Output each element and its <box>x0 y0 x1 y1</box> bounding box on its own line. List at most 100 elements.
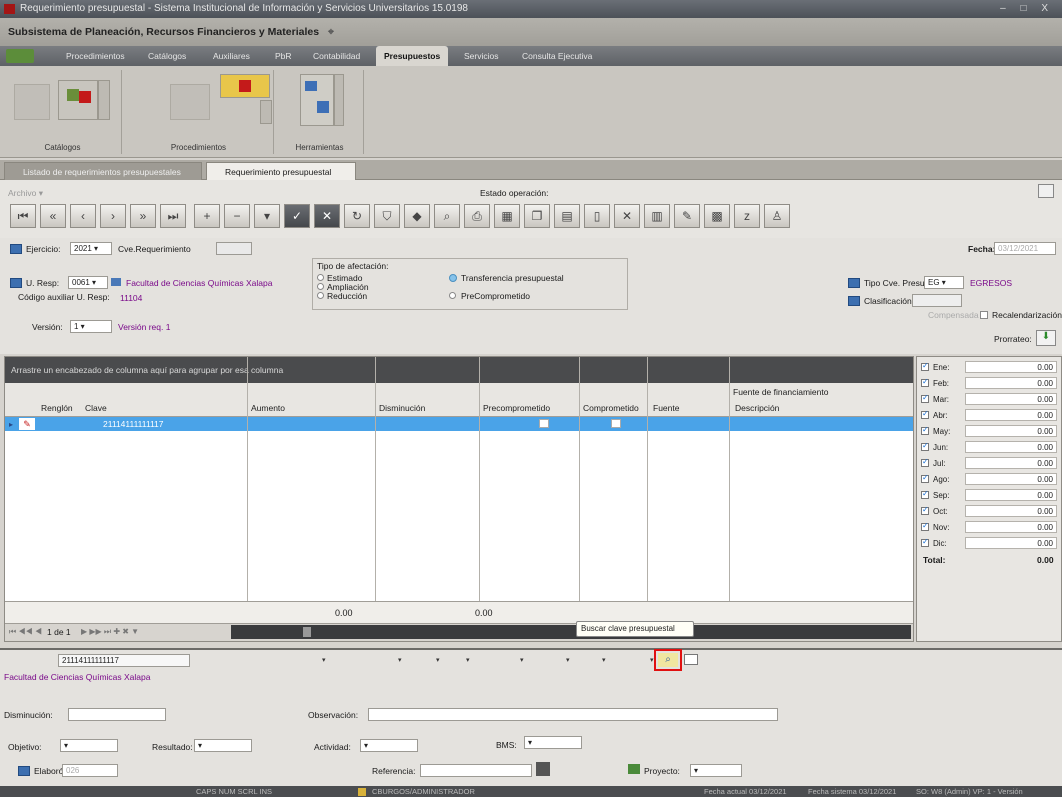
col-precomprometido[interactable]: Precomprometido <box>483 403 550 413</box>
resultado-select[interactable]: ▾ <box>194 739 252 752</box>
comprometido-checkbox[interactable] <box>611 419 621 428</box>
segment-dropdown[interactable]: ▾ <box>398 656 402 664</box>
tab-requerimiento[interactable]: Requerimiento presupuestal x <box>206 162 356 196</box>
cve-requerimiento-input[interactable] <box>216 242 252 255</box>
objetivo-select[interactable]: ▾ <box>60 739 118 752</box>
grid-icon[interactable]: ▩ <box>704 204 730 228</box>
radio-transferencia[interactable]: Transferencia presupuestal <box>461 273 564 283</box>
layout-icon[interactable] <box>1038 184 1054 198</box>
segment-dropdown[interactable]: ▾ <box>436 656 440 664</box>
col-aumento[interactable]: Aumento <box>251 403 285 413</box>
horizontal-scrollbar[interactable] <box>231 625 911 639</box>
col-comprometido[interactable]: Comprometido <box>583 403 639 413</box>
report-icon[interactable]: ▥ <box>644 204 670 228</box>
ribbon-dropdown[interactable] <box>98 80 110 120</box>
month-row[interactable]: Ene: 0.00 <box>921 361 1061 375</box>
month-row[interactable]: Dic: 0.00 <box>921 537 1061 551</box>
menu-presupuestos[interactable]: Presupuestos <box>376 46 449 66</box>
month-checkbox[interactable] <box>921 473 929 483</box>
month-row[interactable]: Abr: 0.00 <box>921 409 1061 423</box>
nav-first-icons[interactable]: ⏮ ◀◀ ◀ <box>9 627 42 637</box>
menu-consulta-ejecutiva[interactable]: Consulta Ejecutiva <box>522 46 592 66</box>
window-controls[interactable]: – □ X <box>1000 0 1054 18</box>
delete-icon[interactable]: ✕ <box>614 204 640 228</box>
month-row[interactable]: Mar: 0.00 <box>921 393 1061 407</box>
month-row[interactable]: Feb: 0.00 <box>921 377 1061 391</box>
col-fuente[interactable]: Fuente <box>653 403 679 413</box>
observacion-input[interactable] <box>368 708 778 721</box>
pin-icon[interactable]: ⌖ <box>328 26 334 38</box>
disminucion-input[interactable] <box>68 708 166 721</box>
sort-icon[interactable]: z <box>734 204 760 228</box>
nav-last-icons[interactable]: ▶ ▶▶ ⏭ ✚ ✖ ▼ <box>81 627 139 637</box>
proyecto-select[interactable]: ▾ <box>690 764 742 777</box>
month-value[interactable]: 0.00 <box>965 361 1057 373</box>
print-icon[interactable]: ⎙ <box>464 204 490 228</box>
accept-icon[interactable]: ✓ <box>284 204 310 228</box>
month-row[interactable]: May: 0.00 <box>921 425 1061 439</box>
scroll-thumb[interactable] <box>303 627 311 637</box>
menu-procedimientos[interactable]: Procedimientos <box>66 46 125 66</box>
month-checkbox[interactable] <box>921 457 929 467</box>
referencia-button[interactable] <box>536 762 550 776</box>
ribbon-catalog-button[interactable] <box>58 80 98 120</box>
month-value[interactable]: 0.00 <box>965 457 1057 469</box>
ribbon-procedure-button[interactable] <box>220 74 270 98</box>
radio-circle[interactable] <box>317 283 324 290</box>
prev-record-icon[interactable]: ‹ <box>70 204 96 228</box>
month-value[interactable]: 0.00 <box>965 473 1057 485</box>
bms-select[interactable]: ▾ <box>524 736 582 749</box>
tab-listado[interactable]: Listado de requerimientos presupuestales <box>4 162 202 180</box>
refresh-icon[interactable]: ↻ <box>344 204 370 228</box>
paste-icon[interactable]: ▤ <box>554 204 580 228</box>
next-record-icon[interactable]: › <box>100 204 126 228</box>
uresp-lookup-icon[interactable] <box>111 278 121 286</box>
first-record-icon[interactable]: ⏮ <box>10 204 36 228</box>
calculator-icon[interactable] <box>684 654 698 665</box>
prorrateo-download-icon[interactable]: ⬇ <box>1036 330 1056 346</box>
radio-circle[interactable] <box>317 292 324 299</box>
fecha-input[interactable]: 03/12/2021 <box>994 242 1056 255</box>
referencia-input[interactable] <box>420 764 532 777</box>
month-checkbox[interactable] <box>921 537 929 547</box>
prev-page-icon[interactable]: « <box>40 204 66 228</box>
tipo-cve-select[interactable]: EG ▾ <box>924 276 964 289</box>
segment-dropdown[interactable]: ▾ <box>520 656 524 664</box>
home-icon[interactable] <box>6 49 34 63</box>
menu-auxiliares[interactable]: Auxiliares <box>213 46 250 66</box>
month-value[interactable]: 0.00 <box>965 425 1057 437</box>
actividad-select[interactable]: ▾ <box>360 739 418 752</box>
table-row[interactable]: ▸ ✎ 21114111111117 <box>5 417 913 431</box>
month-value[interactable]: 0.00 <box>965 377 1057 389</box>
filter-icon[interactable]: ⛉ <box>374 204 400 228</box>
version-select[interactable]: 1 ▾ <box>70 320 112 333</box>
month-value[interactable]: 0.00 <box>965 537 1057 549</box>
segment-dropdown[interactable]: ▾ <box>650 656 654 664</box>
month-value[interactable]: 0.00 <box>965 521 1057 533</box>
segment-dropdown[interactable]: ▾ <box>602 656 606 664</box>
radio-selected[interactable] <box>449 274 457 282</box>
ribbon-dropdown[interactable] <box>334 74 344 126</box>
radio-reduccion[interactable]: Reducción <box>327 291 367 301</box>
precomprometido-checkbox[interactable] <box>539 419 549 428</box>
recalendarizacion-checkbox[interactable] <box>980 311 988 319</box>
month-checkbox[interactable] <box>921 393 929 403</box>
month-value[interactable]: 0.00 <box>965 489 1057 501</box>
month-row[interactable]: Jul: 0.00 <box>921 457 1061 471</box>
document-icon[interactable]: ▯ <box>584 204 610 228</box>
month-checkbox[interactable] <box>921 409 929 419</box>
export-icon[interactable]: ▦ <box>494 204 520 228</box>
menu-catalogos[interactable]: Catálogos <box>148 46 186 66</box>
month-checkbox[interactable] <box>921 489 929 499</box>
month-checkbox[interactable] <box>921 425 929 435</box>
copy-icon[interactable]: ❐ <box>524 204 550 228</box>
month-checkbox[interactable] <box>921 377 929 387</box>
clave-select[interactable]: 21114111111117 <box>58 654 190 667</box>
menu-contabilidad[interactable]: Contabilidad <box>313 46 360 66</box>
radio-precomprometido[interactable]: PreComprometido <box>461 291 530 301</box>
segment-dropdown[interactable]: ▾ <box>466 656 470 664</box>
col-renglon[interactable]: Renglón <box>41 403 73 413</box>
dropdown-icon[interactable]: ▾ <box>254 204 280 228</box>
month-checkbox[interactable] <box>921 361 929 371</box>
elaboro-select[interactable]: 026 <box>62 764 118 777</box>
